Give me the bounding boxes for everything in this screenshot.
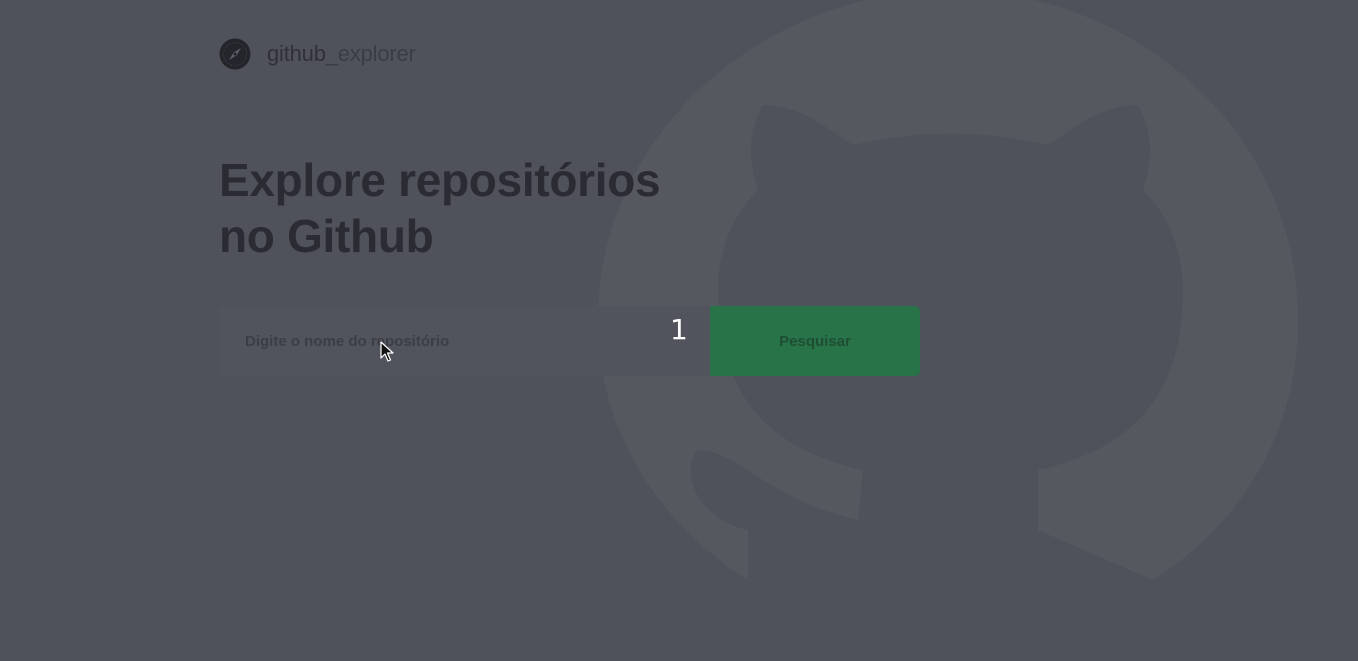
page-title-line-1: Explore repositórios <box>219 154 661 206</box>
main-content: github_explorer Explore repositórios no … <box>219 38 939 376</box>
step-number-marker: 1 <box>670 313 688 346</box>
search-form: Pesquisar <box>219 306 920 376</box>
page-title: Explore repositórios no Github <box>219 152 699 264</box>
app-logo: github_explorer <box>219 38 939 70</box>
compass-icon <box>219 38 251 70</box>
mouse-pointer-icon <box>380 341 394 363</box>
search-button[interactable]: Pesquisar <box>710 306 920 376</box>
brand-main: github <box>267 41 326 66</box>
app-name: github_explorer <box>267 41 416 67</box>
page-title-line-2: no Github <box>219 210 434 262</box>
brand-suffix: _explorer <box>325 41 416 66</box>
repository-search-input[interactable] <box>219 306 710 376</box>
